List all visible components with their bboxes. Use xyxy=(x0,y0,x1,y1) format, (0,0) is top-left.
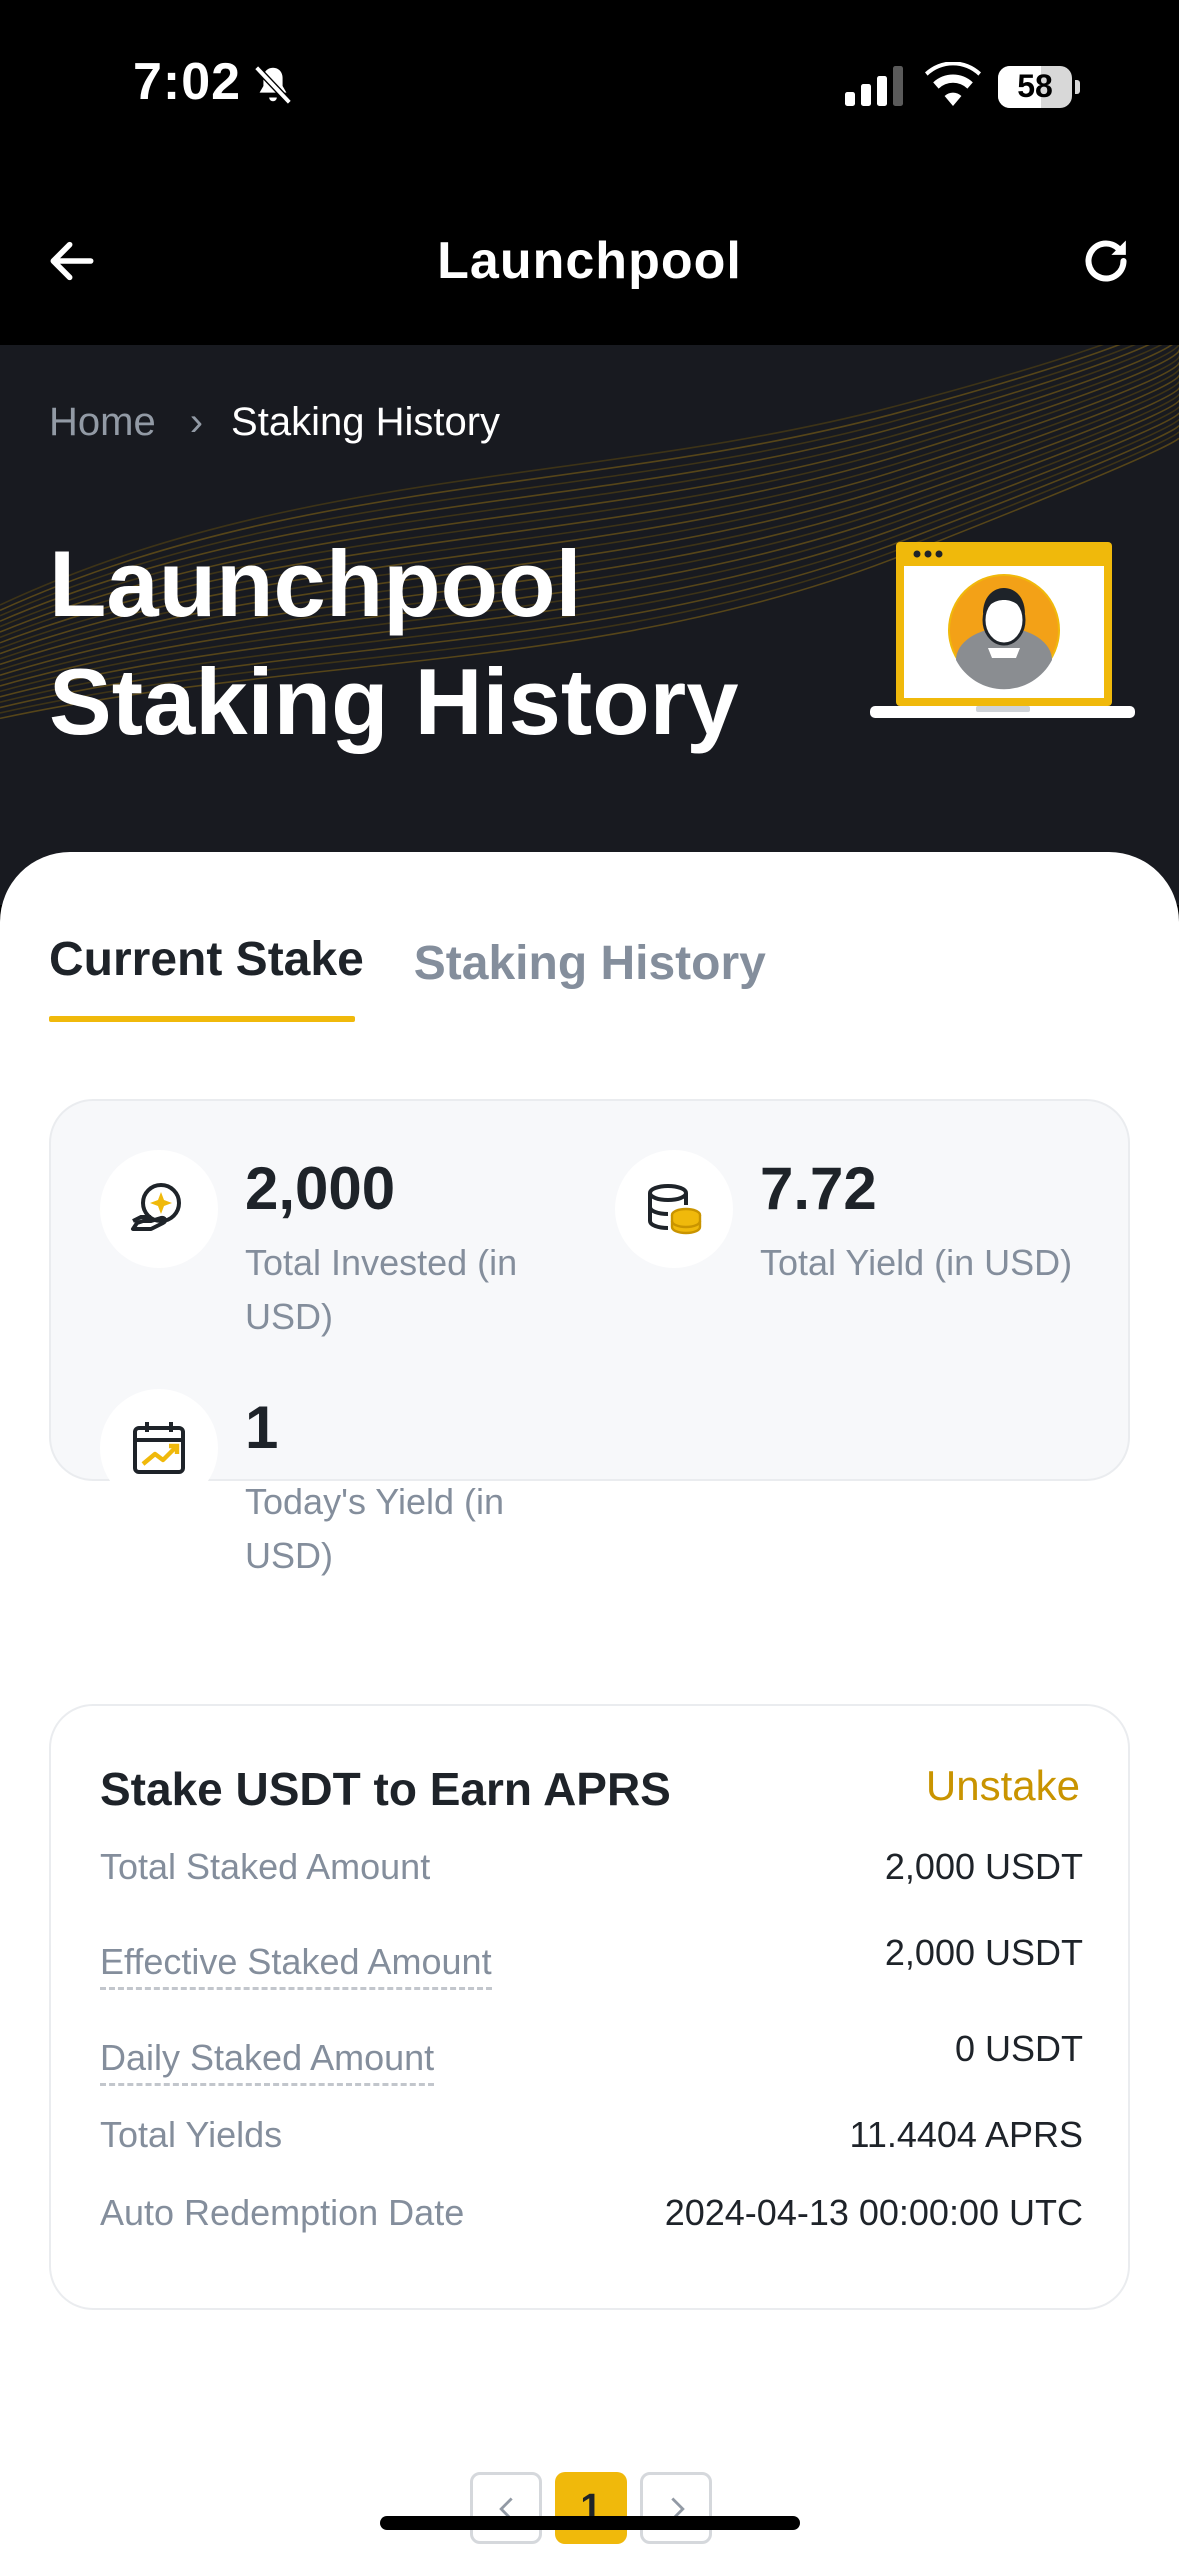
coin-stack-icon xyxy=(648,1184,702,1235)
status-bar: 7:02 58 xyxy=(0,0,1179,175)
total-invested-value: 2,000 xyxy=(245,1155,396,1222)
stake-title: Stake USDT to Earn APRS xyxy=(100,1763,671,1815)
total-yield-label: Total Yield (in USD) xyxy=(760,1242,1073,1283)
next-page-button[interactable] xyxy=(640,2472,712,2544)
battery-percent: 58 xyxy=(1017,68,1053,104)
chevron-right-icon: › xyxy=(189,400,204,444)
stake-card: Stake USDT to Earn APRS Unstake Total St… xyxy=(49,1704,1130,2310)
bell-off-icon xyxy=(254,65,292,105)
invest-hand-icon xyxy=(131,1183,181,1231)
battery-indicator: 58 xyxy=(998,66,1080,108)
wifi-icon xyxy=(925,62,981,106)
tab-label: Staking History xyxy=(413,937,766,990)
tab-staking-history[interactable]: Staking History xyxy=(414,936,766,1026)
laptop-user-illustration xyxy=(870,542,1135,718)
unstake-button[interactable]: Unstake xyxy=(926,1762,1080,1810)
breadcrumb-current: Staking History xyxy=(231,400,501,444)
summary-card: 2,000 Total Invested (in USD) 7.72 Total… xyxy=(49,1099,1130,1576)
stake-row-total-staked: Total Staked Amount 2,000 USDT xyxy=(100,1846,1083,1906)
hero-title: Launchpool Staking History xyxy=(49,531,739,754)
previous-page-button[interactable] xyxy=(470,2472,542,2544)
home-indicator xyxy=(380,2516,800,2530)
row-value: 2,000 USDT xyxy=(884,1846,1083,1887)
row-label-tooltip[interactable]: Daily Staked Amount xyxy=(100,2037,435,2086)
row-label: Total Staked Amount xyxy=(100,1846,431,1887)
calendar-chart-icon xyxy=(133,1422,185,1474)
stake-row-effective-staked: Effective Staked Amount 2,000 USDT xyxy=(100,1932,1083,1992)
content-sheet: Current Stake Staking History 2,000 Tota… xyxy=(0,852,1179,2556)
total-yield-value: 7.72 xyxy=(760,1155,877,1222)
active-tab-indicator xyxy=(49,1016,355,1022)
stake-row-daily-staked: Daily Staked Amount 0 USDT xyxy=(100,2028,1083,2088)
page-title: Launchpool xyxy=(437,232,742,290)
row-value: 0 USDT xyxy=(954,2028,1083,2069)
pagination: 1 xyxy=(470,2472,725,2544)
row-value: 2,000 USDT xyxy=(884,1932,1083,1973)
breadcrumb-home-link[interactable]: Home xyxy=(49,400,156,445)
refresh-icon[interactable] xyxy=(1078,233,1134,289)
stake-row-total-yields: Total Yields 11.4404 APRS xyxy=(100,2114,1083,2174)
tab-current-stake[interactable]: Current Stake xyxy=(49,932,364,1022)
breadcrumb: Home › Staking History xyxy=(49,400,500,445)
todays-yield-value: 1 xyxy=(245,1394,279,1461)
hero-banner: Home › Staking History Launchpool Stakin… xyxy=(0,345,1179,905)
status-time: 7:02 xyxy=(133,53,242,111)
todays-yield-label: Today's Yield (in USD) xyxy=(245,1481,505,1576)
nav-bar: Launchpool xyxy=(0,175,1179,345)
page-number-button[interactable]: 1 xyxy=(555,2472,627,2544)
total-invested-label: Total Invested (in USD) xyxy=(245,1242,518,1337)
row-label: Total Yields xyxy=(100,2114,283,2155)
row-value: 11.4404 APRS xyxy=(849,2114,1083,2155)
cellular-signal-icon xyxy=(845,66,903,106)
row-label-tooltip[interactable]: Effective Staked Amount xyxy=(100,1941,492,1990)
tab-label: Current Stake xyxy=(49,933,364,986)
stake-row-auto-redemption: Auto Redemption Date 2024-04-13 00:00:00… xyxy=(100,2192,1083,2252)
tab-bar: Current Stake Staking History xyxy=(49,932,816,1022)
row-value: 2024-04-13 00:00:00 UTC xyxy=(664,2192,1083,2233)
row-label: Auto Redemption Date xyxy=(100,2192,465,2233)
